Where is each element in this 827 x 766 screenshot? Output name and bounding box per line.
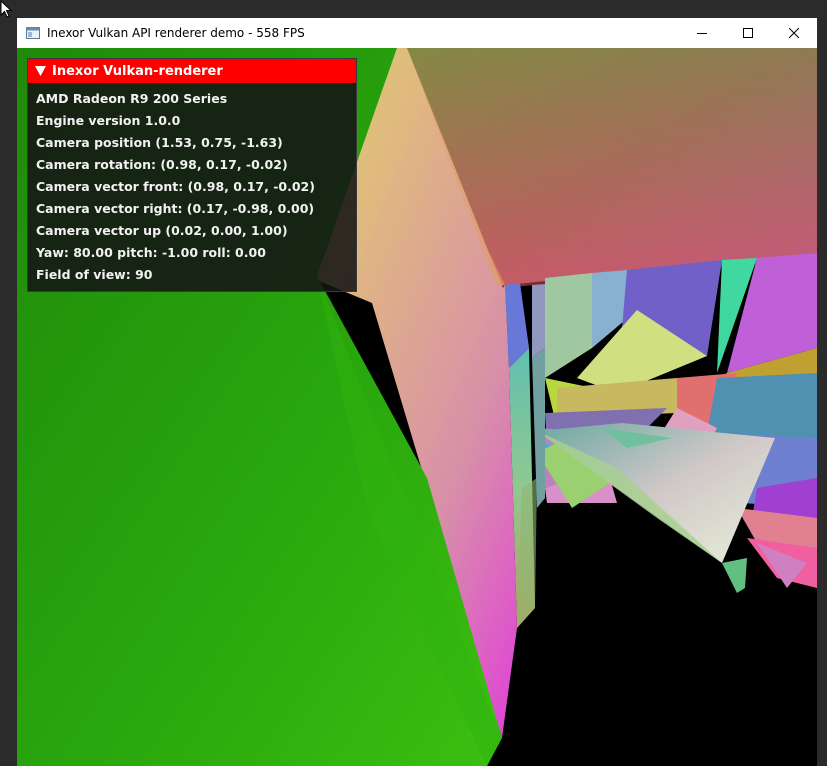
close-icon (789, 28, 799, 38)
panel-title: Inexor Vulkan-renderer (52, 63, 223, 79)
camera-right-text: Camera vector right: (0.17, -0.98, 0.00) (36, 201, 315, 216)
close-button[interactable] (771, 18, 817, 48)
field-of-view-text: Field of view: 90 (36, 267, 153, 282)
app-window: Inexor Vulkan API renderer demo - 558 FP… (17, 18, 817, 766)
title-bar[interactable]: Inexor Vulkan API renderer demo - 558 FP… (17, 18, 817, 48)
window-title: Inexor Vulkan API renderer demo - 558 FP… (47, 26, 305, 40)
yaw-pitch-roll-text: Yaw: 80.00 pitch: -1.00 roll: 0.00 (36, 245, 266, 260)
camera-front-text: Camera vector front: (0.98, 0.17, -0.02) (36, 179, 315, 194)
render-viewport[interactable]: Inexor Vulkan-renderer AMD Radeon R9 200… (17, 48, 817, 766)
renderer-info-panel: Inexor Vulkan-renderer AMD Radeon R9 200… (27, 58, 357, 292)
app-window-icon (25, 25, 41, 41)
camera-up-text: Camera vector up (0.02, 0.00, 1.00) (36, 223, 288, 238)
collapse-header[interactable]: Inexor Vulkan-renderer (28, 59, 356, 83)
panel-body: AMD Radeon R9 200 Series Engine version … (28, 83, 356, 286)
maximize-icon (743, 28, 753, 38)
minimize-icon (697, 33, 707, 34)
maximize-button[interactable] (725, 18, 771, 48)
gpu-name-text: AMD Radeon R9 200 Series (36, 91, 228, 106)
mouse-cursor-icon (0, 0, 12, 18)
engine-version-text: Engine version 1.0.0 (36, 113, 181, 128)
minimize-button[interactable] (679, 18, 725, 48)
camera-position-text: Camera position (1.53, 0.75, -1.63) (36, 135, 283, 150)
collapse-triangle-icon[interactable] (35, 66, 46, 76)
camera-rotation-text: Camera rotation: (0.98, 0.17, -0.02) (36, 157, 288, 172)
